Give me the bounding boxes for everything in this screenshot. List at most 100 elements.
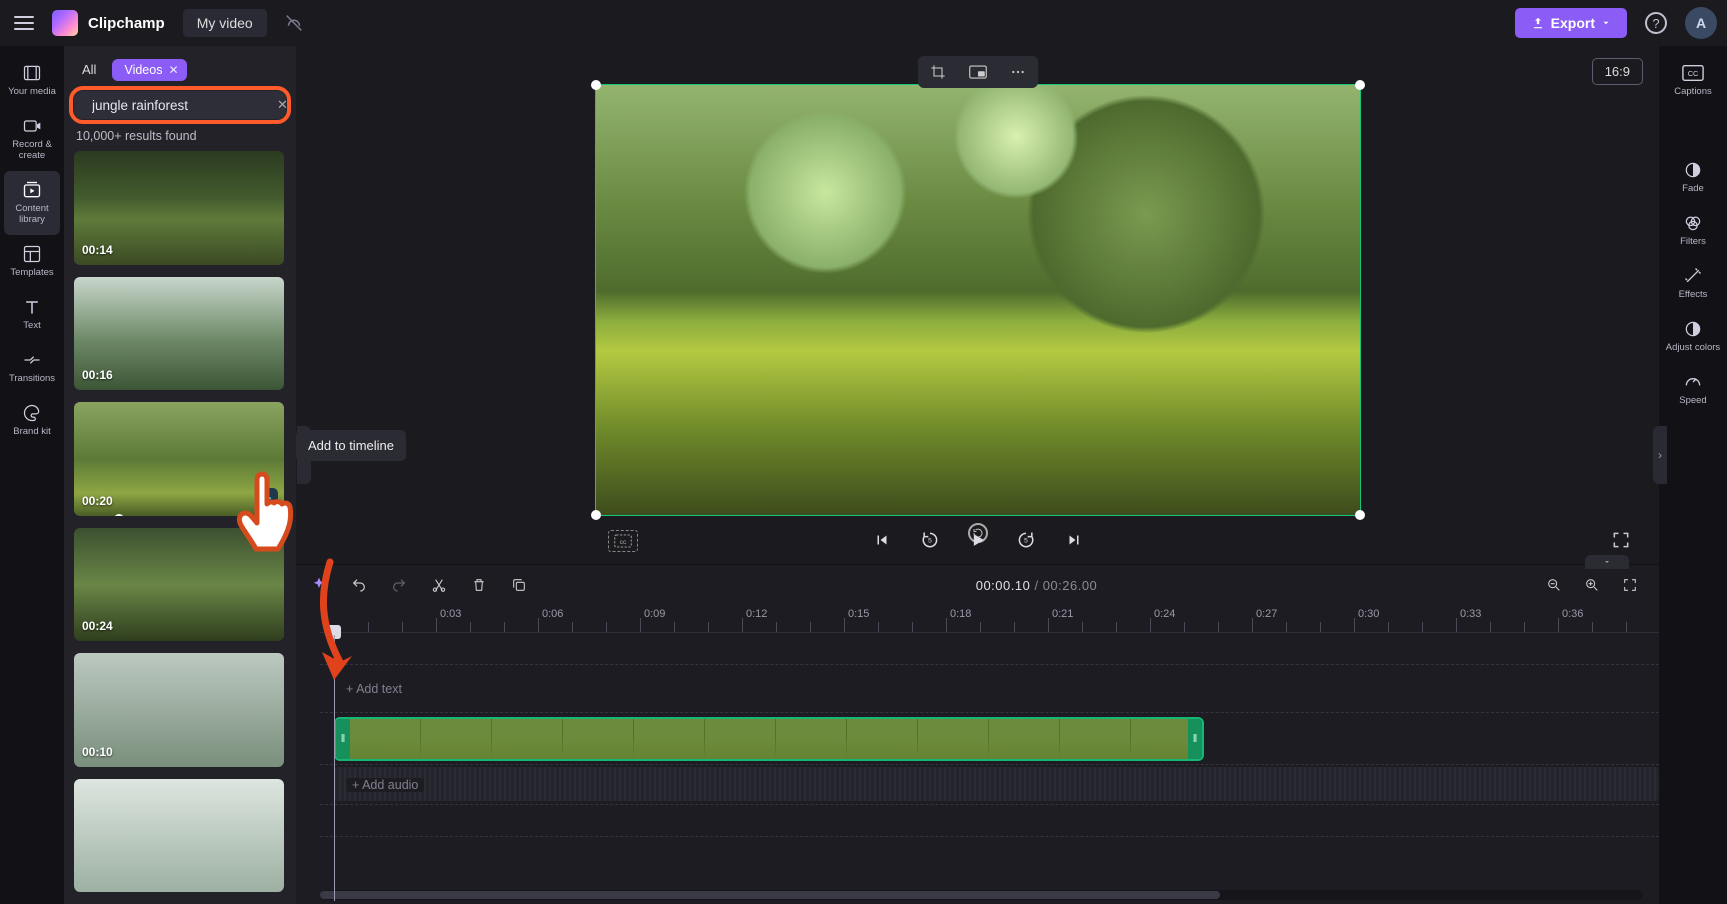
clip-trim-right[interactable]: ‖ bbox=[1188, 719, 1202, 759]
cc-icon: cc bbox=[614, 534, 632, 548]
results-count: 10,000+ results found bbox=[64, 127, 296, 151]
thumb-duration: 00:24 bbox=[82, 619, 113, 633]
timeline-ruler[interactable]: 0:030:060:090:120:150:180:210:240:270:30… bbox=[320, 605, 1659, 633]
ruler-tick bbox=[1150, 618, 1151, 632]
nav-label: Text bbox=[23, 320, 40, 331]
clear-search-button[interactable]: ✕ bbox=[277, 97, 288, 113]
panel-filters[interactable]: Filters bbox=[1665, 204, 1721, 257]
ruler-label: 0:21 bbox=[1052, 608, 1073, 620]
audio-lane[interactable]: + Add audio bbox=[320, 765, 1659, 805]
play-button[interactable] bbox=[966, 528, 990, 552]
ruler-label: 0:30 bbox=[1358, 608, 1379, 620]
panel-adjust-colors[interactable]: Adjust colors bbox=[1665, 310, 1721, 363]
resize-handle[interactable] bbox=[1355, 80, 1365, 90]
panel-label: Filters bbox=[1680, 236, 1706, 247]
duplicate-button[interactable] bbox=[506, 572, 532, 598]
skip-start-button[interactable] bbox=[870, 528, 894, 552]
delete-button[interactable] bbox=[466, 572, 492, 598]
panel-label: Effects bbox=[1679, 289, 1708, 300]
add-audio-hint[interactable]: + Add audio bbox=[346, 778, 424, 792]
templates-icon bbox=[21, 243, 43, 265]
panel-label: Captions bbox=[1674, 86, 1712, 97]
clip-trim-left[interactable]: ‖ bbox=[336, 719, 350, 759]
nav-record-create[interactable]: Record & create bbox=[4, 107, 60, 171]
stock-video-thumb[interactable]: 00:14 bbox=[74, 151, 284, 265]
add-to-timeline-button[interactable]: + bbox=[256, 488, 278, 510]
video-clip[interactable]: ‖ ‖ bbox=[334, 717, 1204, 761]
nav-label: Content library bbox=[4, 203, 60, 225]
nav-text[interactable]: Text bbox=[4, 288, 60, 341]
svg-text:CC: CC bbox=[1688, 69, 1699, 78]
filter-chip-label: Videos bbox=[124, 63, 162, 77]
fullscreen-button[interactable] bbox=[1611, 530, 1633, 552]
ruler-tick bbox=[538, 618, 539, 632]
skip-end-button[interactable] bbox=[1062, 528, 1086, 552]
more-button[interactable] bbox=[998, 56, 1038, 88]
ruler-label: 0:06 bbox=[542, 608, 563, 620]
nav-brand-kit[interactable]: Brand kit bbox=[4, 394, 60, 447]
nav-your-media[interactable]: Your media bbox=[4, 54, 60, 107]
zoom-fit-button[interactable] bbox=[1617, 572, 1643, 598]
timeline-scrollbar[interactable] bbox=[320, 890, 1643, 900]
redo-button[interactable] bbox=[386, 572, 412, 598]
timeline-panel: 00:00.10 / 00:26.00 0:030:060:090:120:15… bbox=[296, 564, 1659, 904]
add-text-hint[interactable]: + Add text bbox=[346, 682, 402, 696]
zoom-in-button[interactable] bbox=[1579, 572, 1605, 598]
panel-fade[interactable]: Fade bbox=[1665, 151, 1721, 204]
right-properties-rail: CC Captions Fade Filters Effects Adjust … bbox=[1659, 46, 1727, 904]
undo-button[interactable] bbox=[346, 572, 372, 598]
search-input[interactable] bbox=[92, 98, 269, 113]
ruler-label: 0:03 bbox=[440, 608, 461, 620]
ruler-tick bbox=[1558, 618, 1559, 632]
svg-text:5: 5 bbox=[928, 538, 932, 545]
split-button[interactable] bbox=[426, 572, 452, 598]
nav-templates[interactable]: Templates bbox=[4, 235, 60, 288]
resize-handle[interactable] bbox=[591, 80, 601, 90]
nav-content-library[interactable]: Content library bbox=[4, 171, 60, 235]
ruler-label: 0:09 bbox=[644, 608, 665, 620]
panel-effects[interactable]: Effects bbox=[1665, 257, 1721, 310]
help-button[interactable]: ? bbox=[1639, 6, 1673, 40]
fade-icon bbox=[1682, 159, 1704, 181]
total-time: 00:26.00 bbox=[1043, 578, 1098, 593]
content-library-panel: All Videos ✕ ✕ 10,000+ results found 00:… bbox=[64, 46, 296, 904]
filter-chip-videos[interactable]: Videos ✕ bbox=[112, 59, 186, 81]
aspect-ratio-selector[interactable]: 16:9 bbox=[1592, 58, 1643, 85]
close-icon[interactable]: ✕ bbox=[168, 63, 178, 77]
right-panel-collapse[interactable]: › bbox=[1653, 426, 1667, 484]
captions-toggle[interactable]: cc bbox=[608, 530, 638, 552]
left-nav-rail: Your media Record & create Content libra… bbox=[0, 46, 64, 904]
nav-transitions[interactable]: Transitions bbox=[4, 341, 60, 394]
nav-label: Templates bbox=[10, 267, 53, 278]
filter-chip-all[interactable]: All bbox=[76, 58, 102, 81]
svg-text:cc: cc bbox=[620, 539, 627, 546]
stock-video-thumb[interactable]: 00:24 bbox=[74, 528, 284, 642]
crop-button[interactable] bbox=[918, 56, 958, 88]
wand-icon bbox=[1682, 265, 1704, 287]
thumb-duration: 00:16 bbox=[82, 368, 113, 382]
menu-button[interactable] bbox=[10, 9, 38, 37]
video-lane[interactable]: ‖ ‖ bbox=[320, 713, 1659, 765]
zoom-out-button[interactable] bbox=[1541, 572, 1567, 598]
ruler-label: 0:18 bbox=[950, 608, 971, 620]
user-avatar[interactable]: A bbox=[1685, 7, 1717, 39]
timeline-collapse-toggle[interactable] bbox=[1585, 555, 1629, 569]
stock-video-thumb[interactable]: 00:10 bbox=[74, 653, 284, 767]
stock-video-thumb[interactable] bbox=[74, 779, 284, 893]
project-title[interactable]: My video bbox=[183, 9, 267, 37]
panel-speed[interactable]: Speed bbox=[1665, 363, 1721, 416]
upload-icon bbox=[1531, 16, 1545, 30]
panel-captions[interactable]: CC Captions bbox=[1665, 54, 1721, 107]
video-preview[interactable] bbox=[595, 84, 1361, 516]
panel-label: Speed bbox=[1679, 395, 1706, 406]
ruler-label: 0:36 bbox=[1562, 608, 1583, 620]
forward-5s-button[interactable]: 5 bbox=[1014, 528, 1038, 552]
text-lane[interactable]: + Add text bbox=[320, 665, 1659, 713]
stock-video-thumb[interactable]: 00:20 + bbox=[74, 402, 284, 516]
ai-magic-button[interactable] bbox=[306, 572, 332, 598]
stock-video-thumb[interactable]: 00:16 bbox=[74, 277, 284, 391]
cc-icon: CC bbox=[1682, 62, 1704, 84]
export-button[interactable]: Export bbox=[1515, 8, 1627, 38]
pip-button[interactable] bbox=[958, 56, 998, 88]
rewind-5s-button[interactable]: 5 bbox=[918, 528, 942, 552]
